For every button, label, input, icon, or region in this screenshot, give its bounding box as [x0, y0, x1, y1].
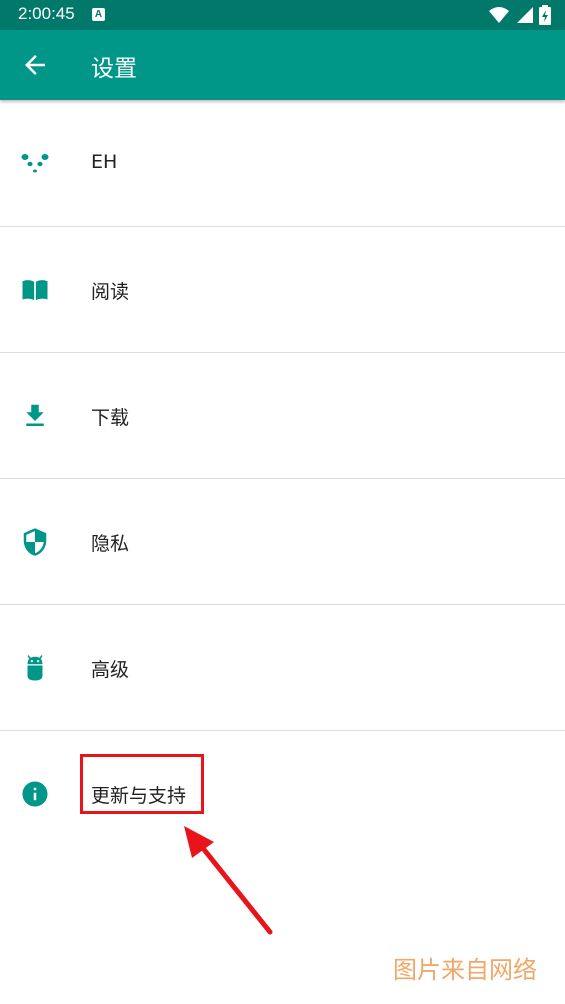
settings-item-download[interactable]: 下载	[0, 353, 565, 479]
shield-icon	[23, 528, 47, 556]
page-title: 设置	[91, 56, 137, 82]
settings-item-advanced[interactable]: 高级	[0, 605, 565, 731]
settings-list: EH 阅读 下载 隐私 高级 更新与支持	[0, 101, 565, 856]
android-icon	[27, 655, 43, 681]
settings-item-label: 下载	[91, 407, 130, 429]
settings-item-read[interactable]: 阅读	[0, 227, 565, 353]
status-bar: 2:00:45 A	[0, 0, 565, 30]
status-time: 2:00:45	[18, 4, 75, 23]
highlight-box	[80, 754, 204, 814]
status-icons	[489, 5, 551, 25]
info-icon	[22, 781, 48, 807]
notification-a-icon: A	[92, 8, 105, 21]
wifi-icon	[489, 7, 509, 23]
app-bar: 设置	[0, 30, 565, 100]
annotation-arrow	[184, 826, 273, 935]
arrow-back-icon[interactable]	[20, 50, 50, 80]
settings-item-label: 高级	[91, 659, 130, 681]
book-icon	[22, 280, 48, 300]
settings-item-privacy[interactable]: 隐私	[0, 479, 565, 605]
signal-icon	[517, 7, 533, 23]
panda-icon	[21, 154, 49, 173]
settings-item-eh[interactable]: EH	[0, 101, 565, 227]
download-icon	[26, 404, 44, 426]
battery-charging-icon	[539, 5, 551, 25]
watermark: 图片来自网络	[393, 956, 537, 984]
settings-item-label: EH	[91, 151, 118, 173]
settings-item-label: 隐私	[91, 533, 130, 555]
settings-item-label: 阅读	[91, 281, 130, 303]
